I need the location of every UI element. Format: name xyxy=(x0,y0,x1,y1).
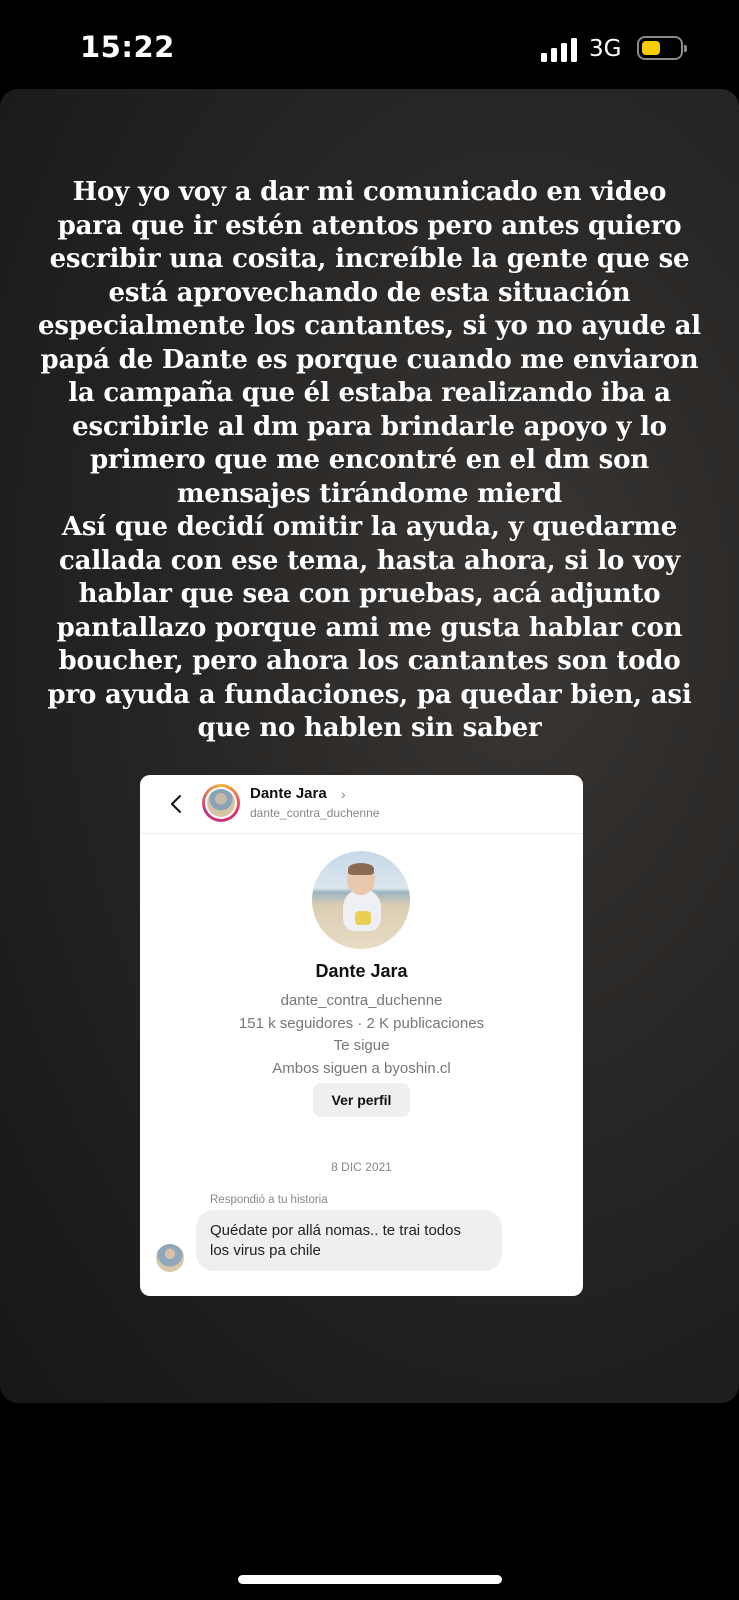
sender-avatar xyxy=(156,1244,184,1272)
follows-you-label: Te sigue xyxy=(333,1037,390,1054)
header-name: Dante Jara xyxy=(250,785,327,802)
profile-username: dante_contra_duchenne xyxy=(280,992,443,1009)
message-text: Quédate por allá nomas.. te trai todos l… xyxy=(210,1222,461,1259)
header-username: dante_contra_duchenne xyxy=(250,806,380,820)
battery-icon xyxy=(637,36,687,60)
back-arrow-icon xyxy=(171,795,181,813)
chevron-right-icon: › xyxy=(341,786,346,802)
home-indicator[interactable] xyxy=(238,1575,502,1584)
message-date: 8 DIC 2021 xyxy=(331,1160,392,1174)
replied-to-story-label: Respondió a tu historia xyxy=(210,1194,328,1206)
profile-stats: 151 k seguidores · 2 K publicaciones xyxy=(238,1015,485,1032)
profile-name: Dante Jara xyxy=(315,961,408,981)
status-time: 15:22 xyxy=(80,30,175,64)
dm-screenshot: Dante Jara › dante_contra_duchenne Dante… xyxy=(140,775,583,1296)
story-frame: Hoy yo voy a dar mi comunicado en video … xyxy=(0,89,739,1403)
story-text: Hoy yo voy a dar mi comunicado en video … xyxy=(38,177,701,743)
header-avatar xyxy=(202,784,240,822)
signal-icon xyxy=(541,38,577,62)
dm-header: Dante Jara › dante_contra_duchenne xyxy=(140,775,583,834)
network-type: 3G xyxy=(589,36,622,62)
message-bubble: Quédate por allá nomas.. te trai todos l… xyxy=(196,1210,502,1271)
profile-picture xyxy=(312,851,410,949)
status-bar: 15:22 3G xyxy=(0,0,739,90)
view-profile-button: Ver perfil xyxy=(313,1083,410,1117)
mutual-follow-label: Ambos siguen a byoshin.cl xyxy=(272,1060,451,1077)
